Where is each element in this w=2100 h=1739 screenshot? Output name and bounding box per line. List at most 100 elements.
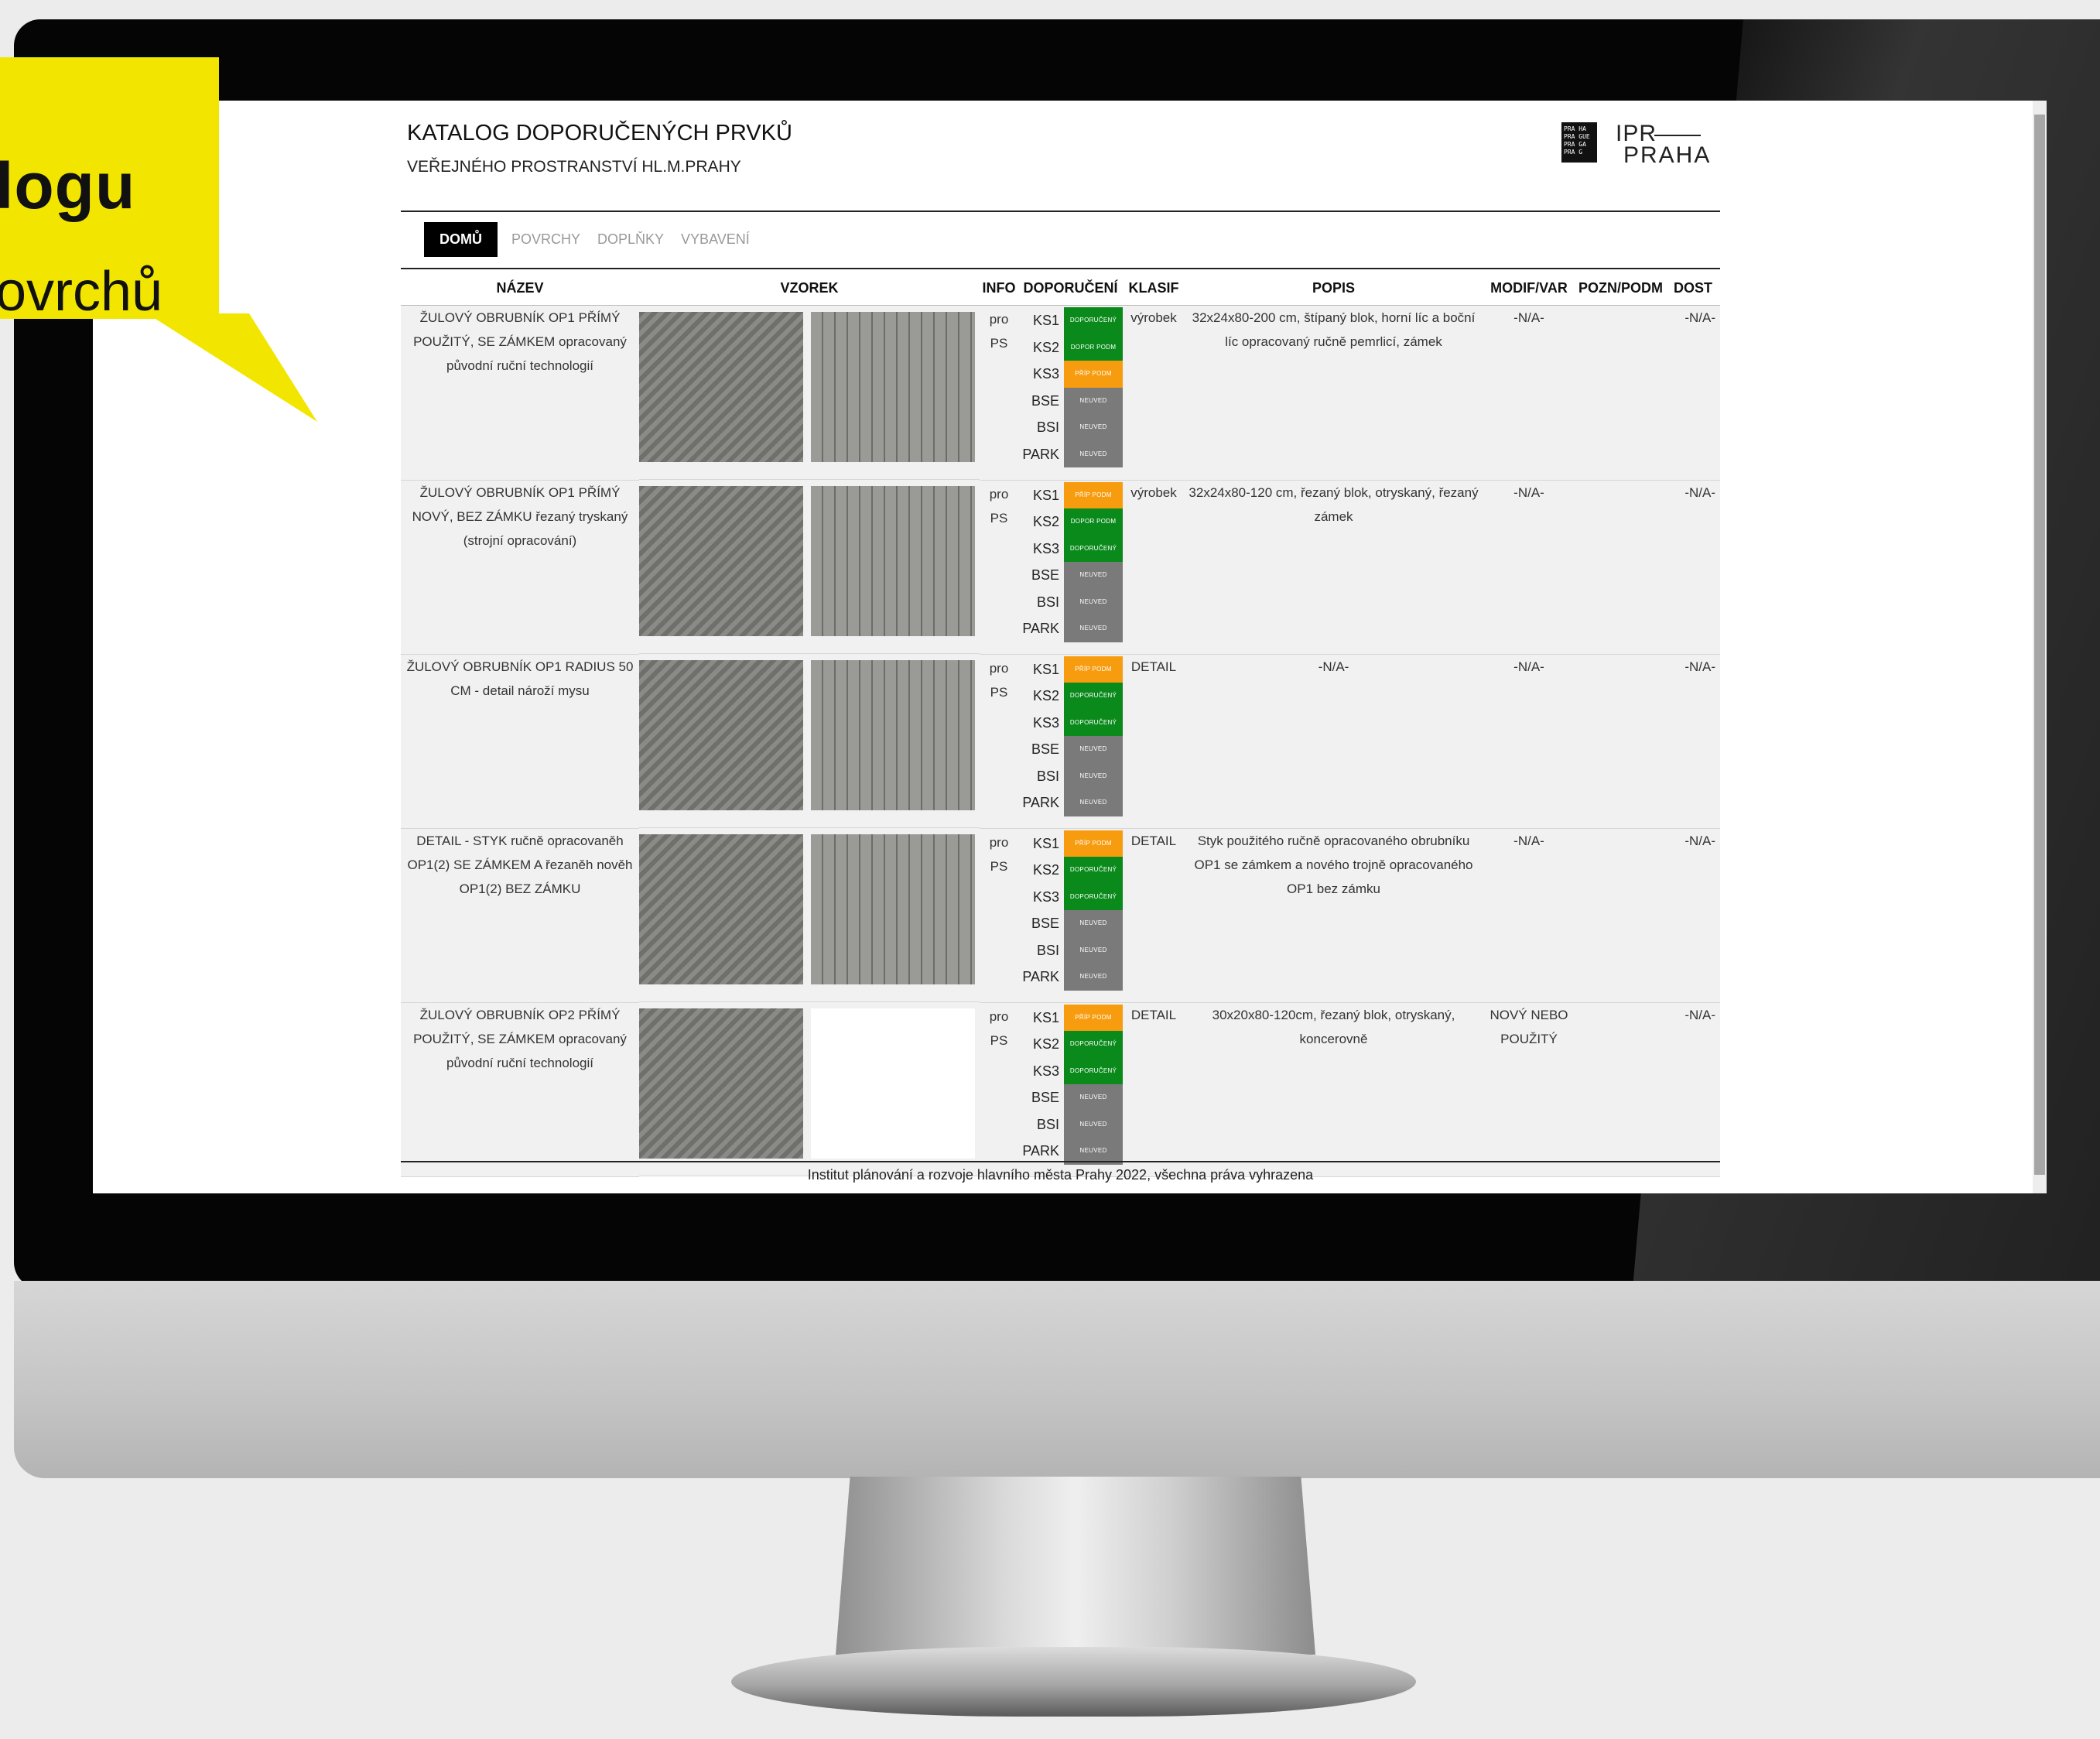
- sample-photo[interactable]: [639, 660, 803, 810]
- pozn-value: [1575, 828, 1666, 1003]
- rec-label: KS2: [1032, 514, 1059, 529]
- col-popis[interactable]: POPIS: [1185, 271, 1483, 306]
- nav-doplnky[interactable]: DOPLŇKY: [597, 231, 664, 248]
- table-row[interactable]: ŽULOVÝ OBRUBNÍK OP1 PŘÍMÝ POUŽITÝ, SE ZÁ…: [401, 305, 1720, 481]
- recommendation-badge: DOPORUČENÝ: [1064, 1057, 1123, 1084]
- col-modif-var[interactable]: MODIF/VAR: [1483, 271, 1575, 306]
- recommendation-badge: NEUVED: [1064, 736, 1123, 763]
- sample-photos: [639, 1002, 980, 1176]
- rec-label: KS3: [1032, 1063, 1059, 1079]
- table-row[interactable]: ŽULOVÝ OBRUBNÍK OP1 RADIUS 50 CM - detai…: [401, 654, 1720, 829]
- rec-label: KS2: [1032, 339, 1059, 355]
- item-name[interactable]: ŽULOVÝ OBRUBNÍK OP2 PŘÍMÝ POUŽITÝ, SE ZÁ…: [401, 1002, 639, 1177]
- scrollbar-thumb[interactable]: [2034, 115, 2045, 1175]
- recommendation-badge: DOPORUČENÝ: [1064, 535, 1123, 562]
- rec-label: KS1: [1032, 661, 1059, 677]
- info-link[interactable]: pro PS: [980, 305, 1018, 481]
- logo-divider: [1654, 135, 1701, 136]
- col-nazev[interactable]: NÁZEV: [401, 271, 639, 306]
- sample-photos: [639, 828, 980, 1002]
- recommendation-badge: NEUVED: [1064, 964, 1123, 991]
- header-divider: [401, 211, 1720, 212]
- item-name[interactable]: ŽULOVÝ OBRUBNÍK OP1 PŘÍMÝ NOVÝ, BEZ ZÁMK…: [401, 480, 639, 655]
- rec-label: KS3: [1032, 888, 1059, 905]
- rec-label: BSE: [1031, 741, 1059, 757]
- col-dost[interactable]: DOST: [1666, 271, 1720, 306]
- recommendation-badge: NEUVED: [1064, 387, 1123, 414]
- recommendation-badge: DOPORUČENÝ: [1064, 883, 1123, 910]
- sample-photo: [811, 1008, 975, 1159]
- popis-value: Styk použitého ručně opracovaného obrubn…: [1185, 828, 1483, 1003]
- popis-value: -N/A-: [1185, 654, 1483, 829]
- klasif-value: DETAIL: [1123, 654, 1185, 829]
- info-link[interactable]: pro PS: [980, 1002, 1018, 1177]
- recommendation-badge: NEUVED: [1064, 440, 1123, 467]
- rec-label: BSI: [1036, 594, 1059, 610]
- recommendation-badge: DOPOR PODM: [1064, 334, 1123, 361]
- item-name[interactable]: ŽULOVÝ OBRUBNÍK OP1 RADIUS 50 CM - detai…: [401, 654, 639, 829]
- col-info[interactable]: INFO: [980, 271, 1018, 306]
- callout-box: logu ovrchů: [0, 57, 219, 323]
- recommendation-badge: PŘÍP PODM: [1064, 361, 1123, 388]
- scrollbar[interactable]: [2033, 101, 2047, 1193]
- callout-line1: logu: [0, 149, 136, 222]
- table-row[interactable]: ŽULOVÝ OBRUBNÍK OP2 PŘÍMÝ POUŽITÝ, SE ZÁ…: [401, 1002, 1720, 1177]
- col-doporuceni[interactable]: DOPORUČENÍ: [1018, 271, 1123, 306]
- recommendation-badge: NEUVED: [1064, 615, 1123, 642]
- recommendation-badge: NEUVED: [1064, 1111, 1123, 1138]
- sample-photo[interactable]: [639, 1008, 803, 1159]
- recommendation-badge: NEUVED: [1064, 414, 1123, 441]
- info-link[interactable]: pro PS: [980, 480, 1018, 655]
- sample-photo[interactable]: [811, 486, 975, 636]
- sample-photo[interactable]: [639, 312, 803, 462]
- sample-photo[interactable]: [639, 834, 803, 984]
- klasif-value: výrobek: [1123, 480, 1185, 655]
- modif-value: -N/A-: [1483, 480, 1575, 655]
- recommendation-badge: DOPORUČENÝ: [1064, 857, 1123, 884]
- modif-value: -N/A-: [1483, 654, 1575, 829]
- recommendation-badge: NEUVED: [1064, 762, 1123, 789]
- dost-value: -N/A-: [1666, 654, 1720, 829]
- table-header-row: NÁZEV VZOREK INFO DOPORUČENÍ KLASIF POPI…: [401, 271, 1720, 306]
- info-link[interactable]: pro PS: [980, 828, 1018, 1003]
- sample-photo[interactable]: [639, 486, 803, 636]
- table-row[interactable]: ŽULOVÝ OBRUBNÍK OP1 PŘÍMÝ NOVÝ, BEZ ZÁMK…: [401, 480, 1720, 655]
- modif-value: -N/A-: [1483, 828, 1575, 1003]
- main-nav: DOMŮ POVRCHY DOPLŇKY VYBAVENÍ: [424, 221, 767, 257]
- sample-photos: [639, 480, 980, 654]
- site-subtitle: VEŘEJNÉHO PROSTRANSTVÍ HL.M.PRAHY: [407, 158, 741, 176]
- pozn-value: [1575, 1002, 1666, 1177]
- rec-label: KS3: [1032, 714, 1059, 731]
- recommendation-cell: KS1 KS2 KS3 BSE BSI PARK DOPORUČENÝ DOPOR PODM P…: [1018, 305, 1123, 481]
- nav-povrchy[interactable]: POVRCHY: [511, 231, 580, 248]
- col-pozn-podm[interactable]: POZN/PODM: [1575, 271, 1666, 306]
- dost-value: -N/A-: [1666, 480, 1720, 655]
- sample-photo[interactable]: [811, 312, 975, 462]
- monitor-stand: [836, 1477, 1315, 1655]
- recommendation-badge: DOPOR PODM: [1064, 508, 1123, 536]
- nav-vybaveni[interactable]: VYBAVENÍ: [681, 231, 750, 248]
- rec-label: KS2: [1032, 1036, 1059, 1052]
- sample-photo[interactable]: [811, 834, 975, 984]
- pozn-value: [1575, 480, 1666, 655]
- col-vzorek[interactable]: VZOREK: [639, 271, 980, 306]
- rec-label: KS2: [1032, 862, 1059, 878]
- rec-label: BSI: [1036, 419, 1059, 435]
- sample-photo[interactable]: [811, 660, 975, 810]
- recommendation-cell: KS1 KS2 KS3 BSE BSI PARK PŘÍP PODM DOPOR PODM DO…: [1018, 480, 1123, 655]
- item-name[interactable]: ŽULOVÝ OBRUBNÍK OP1 PŘÍMÝ POUŽITÝ, SE ZÁ…: [401, 305, 639, 481]
- klasif-value: DETAIL: [1123, 828, 1185, 1003]
- col-klasif[interactable]: KLASIF: [1123, 271, 1185, 306]
- info-link[interactable]: pro PS: [980, 654, 1018, 829]
- ipr-praha-logo[interactable]: PRA HA PRA GUE PRA GA PRA G IPR PRAHA: [1561, 121, 1709, 168]
- rec-label: PARK: [1022, 795, 1059, 810]
- rec-label: KS1: [1032, 313, 1059, 328]
- rec-label: KS3: [1032, 540, 1059, 556]
- sample-photos: [639, 654, 980, 828]
- recommendation-badge: PŘÍP PODM: [1064, 1004, 1123, 1031]
- item-name[interactable]: DETAIL - STYK ručně opracovaněh OP1(2) S…: [401, 828, 639, 1003]
- nav-domu[interactable]: DOMŮ: [424, 221, 498, 257]
- table-row[interactable]: DETAIL - STYK ručně opracovaněh OP1(2) S…: [401, 828, 1720, 1003]
- sample-photos: [639, 306, 980, 480]
- callout-line2: ovrchů: [0, 261, 163, 323]
